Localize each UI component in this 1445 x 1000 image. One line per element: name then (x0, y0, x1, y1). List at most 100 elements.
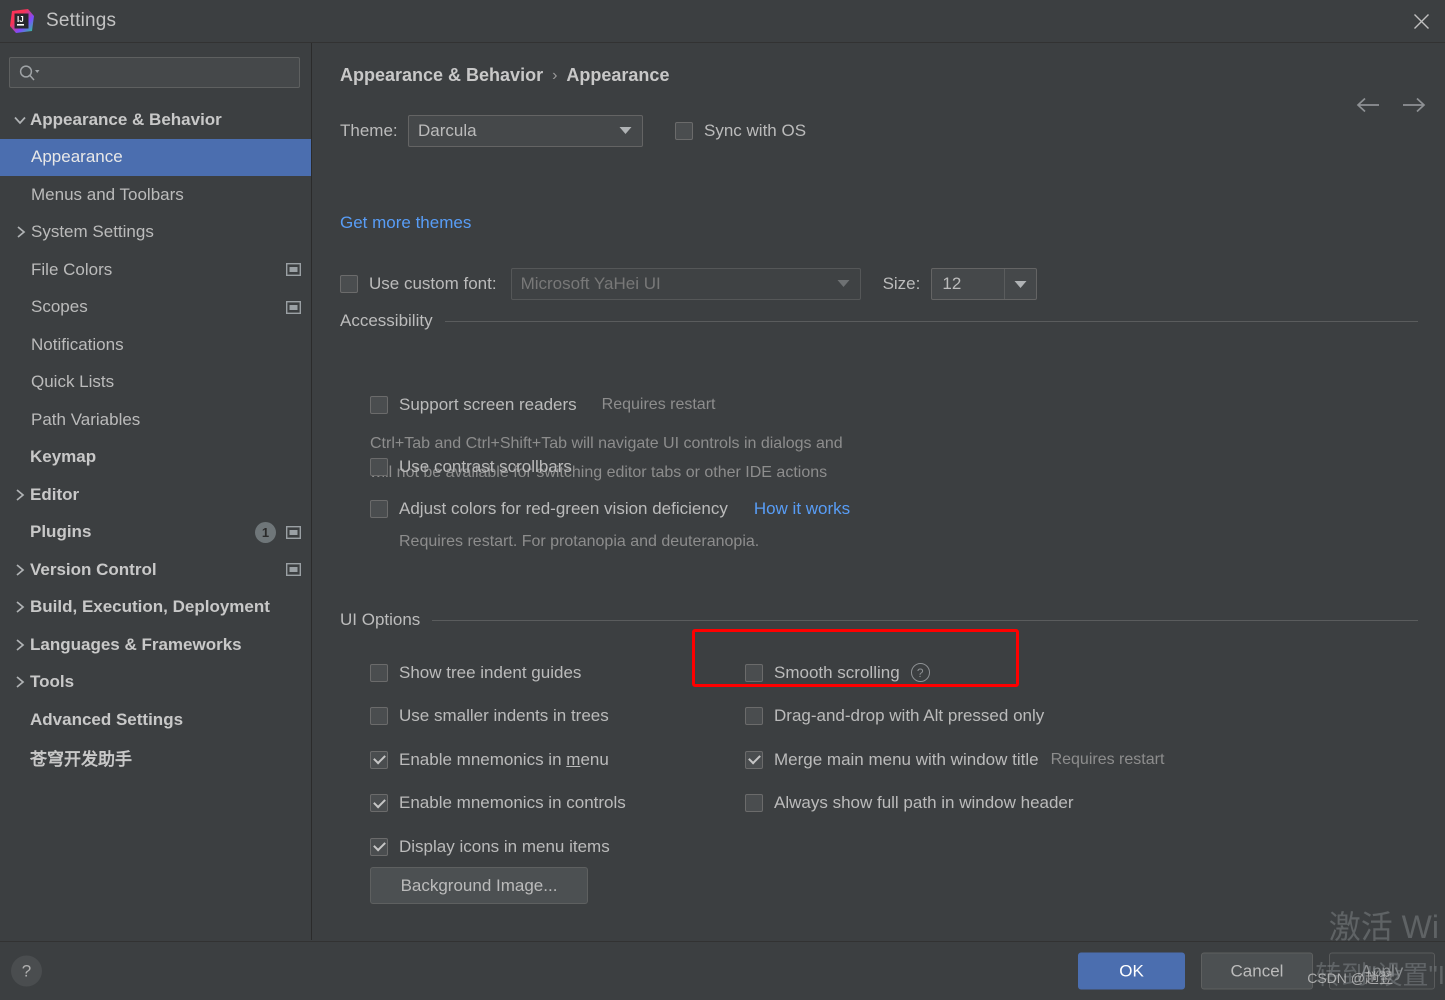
ui-option-row: Show tree indent guides (370, 651, 626, 695)
sidebar-item-languages-frameworks[interactable]: Languages & Frameworks (0, 626, 311, 664)
search-container (0, 43, 311, 88)
theme-dropdown[interactable]: Darcula (408, 115, 643, 147)
sidebar-item-label: Version Control (30, 559, 157, 579)
sidebar-item-version-control[interactable]: Version Control (0, 551, 311, 589)
chevron-right-icon[interactable] (11, 225, 31, 239)
ui-option-merge-main-menu-with-window-title-checkbox[interactable]: Merge main menu with window title (745, 750, 1039, 770)
ui-option-label: Drag-and-drop with Alt pressed only (774, 706, 1045, 726)
how-it-works-link[interactable]: How it works (754, 499, 850, 519)
custom-font-row: Use custom font: Microsoft YaHei UI Size… (340, 268, 1038, 300)
sidebar-item-path-variables[interactable]: Path Variables (0, 401, 311, 439)
cancel-button[interactable]: Cancel (1201, 952, 1313, 990)
ui-option-drag-and-drop-with-alt-pressed-only-checkbox[interactable]: Drag-and-drop with Alt pressed only (745, 706, 1044, 726)
sidebar-item-quick-lists[interactable]: Quick Lists (0, 364, 311, 402)
svg-text:IJ: IJ (17, 15, 24, 24)
sidebar-item-indicators (286, 551, 301, 589)
sidebar-item-[interactable]: 苍穹开发助手 (0, 739, 311, 777)
chevron-down-icon[interactable] (1004, 269, 1036, 299)
theme-label: Theme: (340, 121, 398, 140)
get-more-themes-link[interactable]: Get more themes (340, 213, 471, 233)
font-family-dropdown[interactable]: Microsoft YaHei UI (510, 268, 861, 300)
arrow-right-icon[interactable] (1401, 96, 1427, 114)
chevron-down-icon[interactable] (10, 114, 30, 126)
sidebar-item-build-execution-deployment[interactable]: Build, Execution, Deployment (0, 589, 311, 627)
dialog-footer: ? OK Cancel Apply (0, 941, 1445, 1000)
contrast-scrollbars-row: Use contrast scrollbars (370, 457, 572, 477)
search-icon (19, 64, 40, 80)
breadcrumb-parent[interactable]: Appearance & Behavior (340, 65, 543, 86)
ok-button[interactable]: OK (1078, 952, 1185, 990)
sidebar-item-label: Notifications (31, 334, 124, 354)
ui-options-right-column: Smooth scrolling? Drag-and-drop with Alt … (745, 651, 1164, 825)
chevron-right-icon (17, 226, 26, 238)
ui-option-use-smaller-indents-in-trees-checkbox[interactable]: Use smaller indents in trees (370, 706, 609, 726)
ui-option-enable-mnemonics-in-controls-checkbox[interactable]: Enable mnemonics in controls (370, 793, 626, 813)
support-screen-readers-checkbox[interactable]: Support screen readers (370, 395, 577, 415)
chevron-right-icon[interactable] (10, 488, 30, 502)
help-button[interactable]: ? (11, 955, 42, 987)
sidebar-item-file-colors[interactable]: File Colors (0, 251, 311, 289)
theme-row: Theme: Darcula Sync with OS (340, 115, 806, 147)
section-divider (444, 320, 1418, 322)
sidebar-item-advanced-settings[interactable]: Advanced Settings (0, 701, 311, 739)
ui-option-display-icons-in-menu-items-checkbox[interactable]: Display icons in menu items (370, 837, 610, 857)
sidebar-item-editor[interactable]: Editor (0, 476, 311, 514)
chevron-right-icon[interactable] (10, 563, 30, 577)
apply-button[interactable]: Apply (1329, 952, 1435, 990)
sidebar-item-label: Advanced Settings (30, 709, 184, 729)
sidebar-item-keymap[interactable]: Keymap (0, 439, 311, 477)
get-more-themes-row: Get more themes (340, 213, 471, 233)
search-input[interactable] (9, 57, 300, 88)
sidebar-item-menus-and-toolbars[interactable]: Menus and Toolbars (0, 176, 311, 214)
chevron-right-icon[interactable] (10, 638, 30, 652)
support-screen-readers-label: Support screen readers (399, 395, 577, 414)
ui-options-section-header: UI Options (340, 610, 1418, 630)
checkbox-box (745, 707, 763, 726)
font-family-value: Microsoft YaHei UI (520, 274, 661, 293)
sidebar-item-appearance[interactable]: Appearance (0, 138, 311, 176)
sidebar-item-system-settings[interactable]: System Settings (0, 214, 311, 252)
ui-option-label: Merge main menu with window title (774, 749, 1039, 769)
settings-sidebar: Appearance & Behavior Appearance Menus and… (0, 43, 312, 940)
checkbox-box (745, 794, 763, 813)
sidebar-item-plugins[interactable]: Plugins 1 (0, 514, 311, 552)
sidebar-item-tools[interactable]: Tools (0, 664, 311, 702)
sidebar-item-scopes[interactable]: Scopes (0, 289, 311, 327)
ui-option-smooth-scrolling-checkbox[interactable]: Smooth scrolling (745, 663, 900, 683)
breadcrumb-current: Appearance (566, 65, 670, 85)
screen-readers-note: Requires restart (601, 396, 716, 413)
sidebar-item-notifications[interactable]: Notifications (0, 326, 311, 364)
background-image-button[interactable]: Background Image... (370, 867, 588, 904)
ui-option-enable-mnemonics-in-menu-checkbox[interactable]: Enable mnemonics in menu (370, 750, 609, 770)
sidebar-item-label: File Colors (31, 259, 113, 279)
ui-option-label: Always show full path in window header (774, 793, 1074, 813)
chevron-right-icon (16, 564, 25, 576)
close-icon[interactable] (1397, 0, 1445, 42)
project-level-settings-icon (286, 563, 301, 577)
ui-option-always-show-full-path-in-window-header-checkbox[interactable]: Always show full path in window header (745, 793, 1074, 813)
settings-tree: Appearance & Behavior Appearance Menus and… (0, 101, 311, 776)
settings-content-panel: Appearance & Behavior › Appearance Theme… (313, 43, 1445, 940)
ui-option-show-tree-indent-guides-checkbox[interactable]: Show tree indent guides (370, 663, 581, 683)
use-contrast-scrollbars-checkbox[interactable]: Use contrast scrollbars (370, 457, 572, 477)
use-contrast-scrollbars-label: Use contrast scrollbars (399, 457, 572, 476)
sidebar-item-indicators: 1 (255, 514, 301, 552)
ui-option-label: Show tree indent guides (399, 662, 582, 682)
checkbox-box (370, 707, 388, 726)
project-level-settings-icon (286, 300, 301, 314)
smooth-scrolling-help-icon[interactable]: ? (910, 663, 930, 683)
font-size-spinner[interactable]: 12 (931, 268, 1038, 300)
adjust-colors-checkbox[interactable]: Adjust colors for red-green vision defic… (370, 499, 728, 519)
arrow-left-icon[interactable] (1355, 96, 1381, 114)
chevron-right-icon[interactable] (10, 675, 30, 689)
use-custom-font-checkbox[interactable]: Use custom font: (340, 274, 497, 294)
sidebar-item-label: Quick Lists (31, 372, 115, 392)
chevron-right-icon[interactable] (10, 600, 30, 614)
sync-with-os-checkbox[interactable]: Sync with OS (675, 121, 806, 141)
settings-dialog: IJ Settings Appearance & Behavior Appeara… (0, 0, 1445, 1000)
sidebar-item-label: 苍穹开发助手 (30, 749, 132, 769)
sidebar-item-appearance-behavior[interactable]: Appearance & Behavior (0, 101, 311, 139)
breadcrumb-separator: › (552, 66, 558, 84)
section-divider (432, 619, 1418, 621)
intellij-idea-logo-icon: IJ (10, 9, 34, 33)
